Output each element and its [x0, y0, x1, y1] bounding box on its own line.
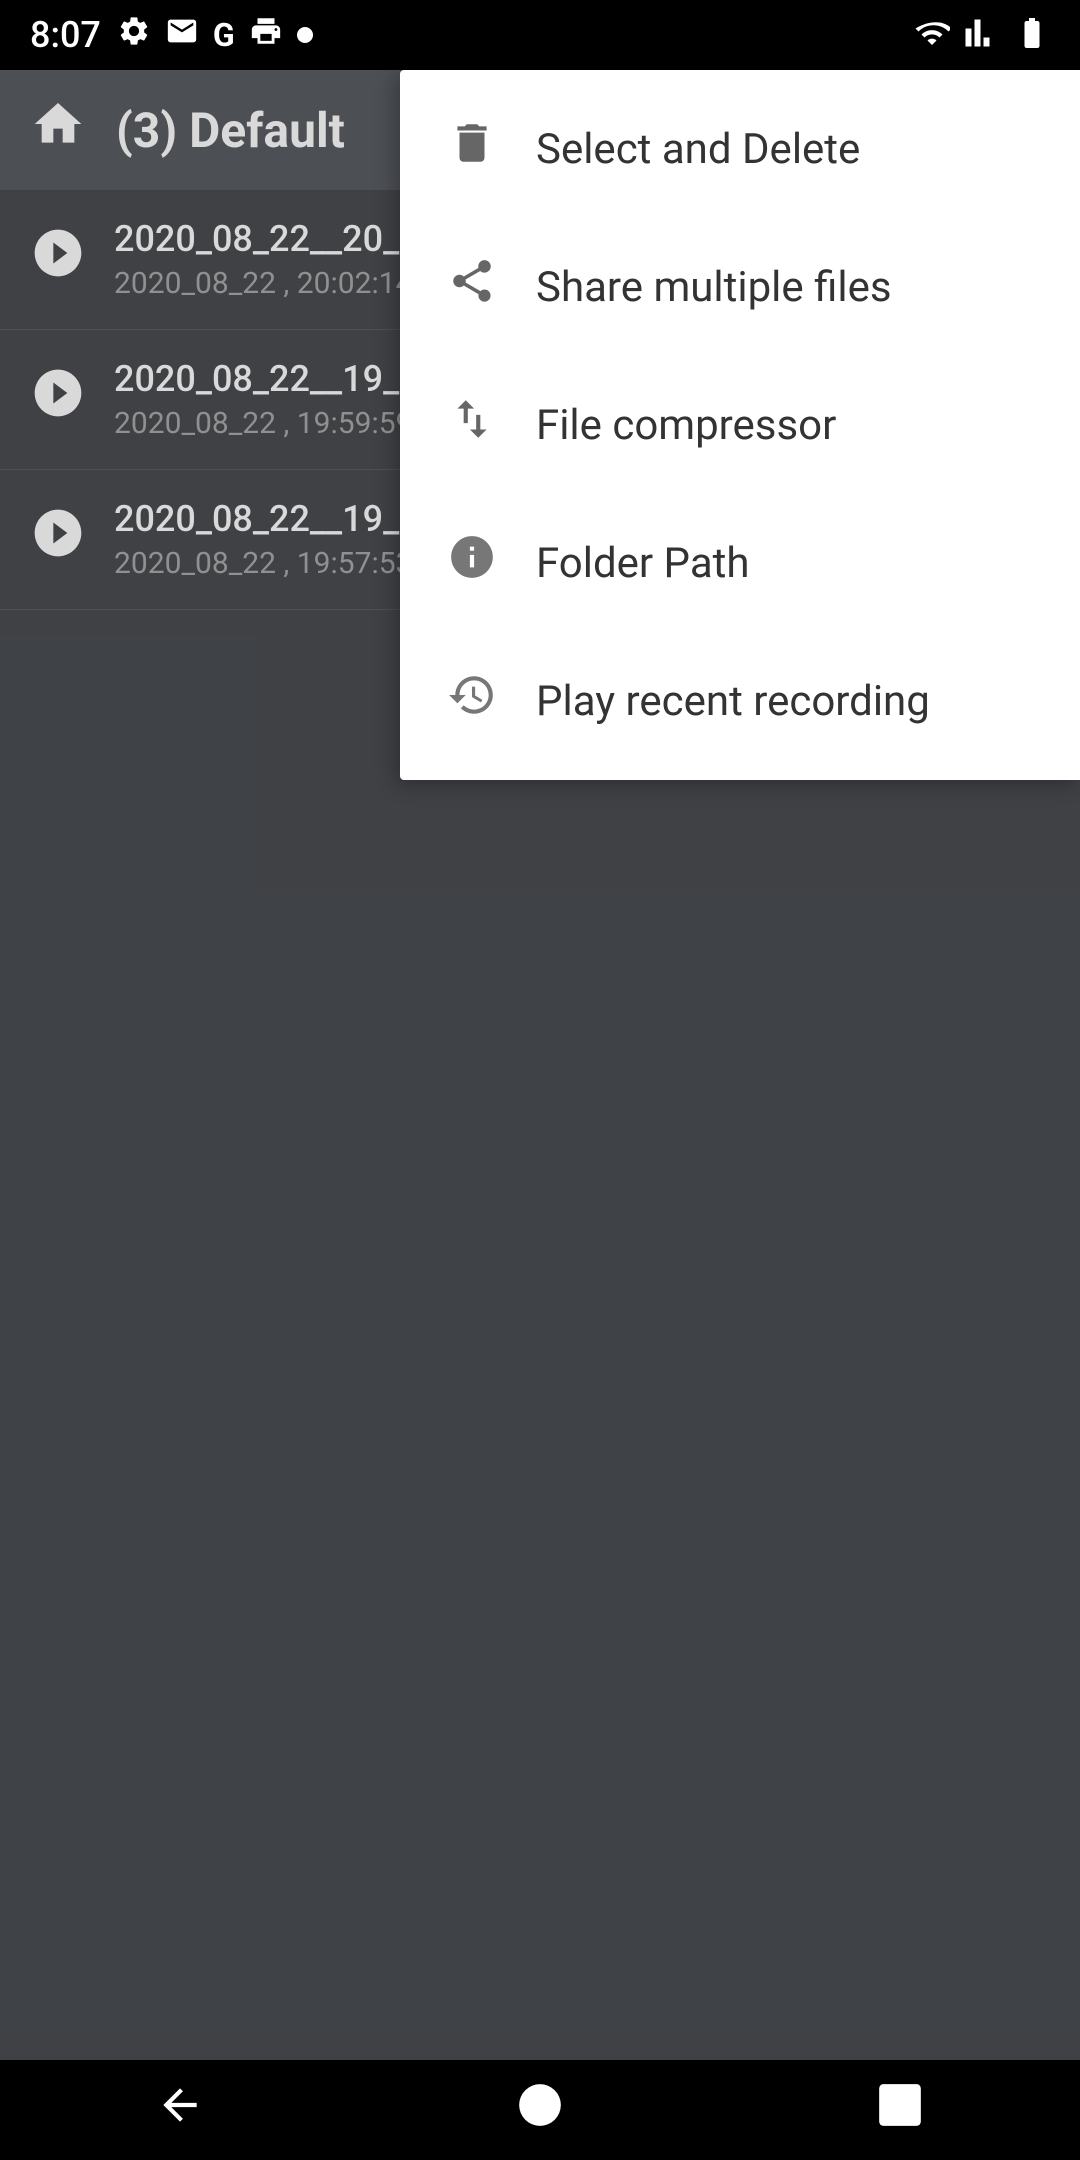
google-icon: G — [213, 16, 235, 54]
status-icons: G — [117, 14, 313, 56]
status-bar-left: 8:07 G — [30, 14, 313, 56]
info-icon — [444, 532, 500, 594]
play-recent-label: Play recent recording — [536, 677, 930, 726]
status-bar: 8:07 G — [0, 0, 1080, 70]
notification-dot — [297, 27, 313, 43]
status-bar-right — [914, 15, 1050, 55]
select-delete-label: Select and Delete — [536, 125, 860, 174]
history-icon — [444, 670, 500, 732]
folder-path-label: Folder Path — [536, 539, 750, 588]
home-nav-button[interactable] — [515, 2080, 565, 2141]
menu-item-file-compressor[interactable]: File compressor — [400, 356, 1080, 494]
settings-icon — [117, 14, 151, 56]
menu-item-select-delete[interactable]: Select and Delete — [400, 80, 1080, 218]
back-button[interactable] — [155, 2080, 205, 2141]
nav-bar — [0, 2060, 1080, 2160]
share-multiple-label: Share multiple files — [536, 263, 892, 312]
file-compressor-label: File compressor — [536, 401, 836, 450]
recents-button[interactable] — [875, 2080, 925, 2141]
signal-icon — [964, 15, 1000, 55]
menu-item-folder-path[interactable]: Folder Path — [400, 494, 1080, 632]
menu-item-share-multiple[interactable]: Share multiple files — [400, 218, 1080, 356]
print-icon — [249, 14, 283, 56]
wifi-icon — [914, 15, 950, 55]
share-icon — [444, 256, 500, 318]
trash-icon — [444, 118, 500, 180]
compress-icon — [444, 394, 500, 456]
context-menu: Select and Delete Share multiple files F… — [400, 70, 1080, 780]
status-time: 8:07 — [30, 14, 101, 56]
battery-icon — [1014, 15, 1050, 55]
menu-item-play-recent[interactable]: Play recent recording — [400, 632, 1080, 770]
mail-icon — [165, 14, 199, 56]
